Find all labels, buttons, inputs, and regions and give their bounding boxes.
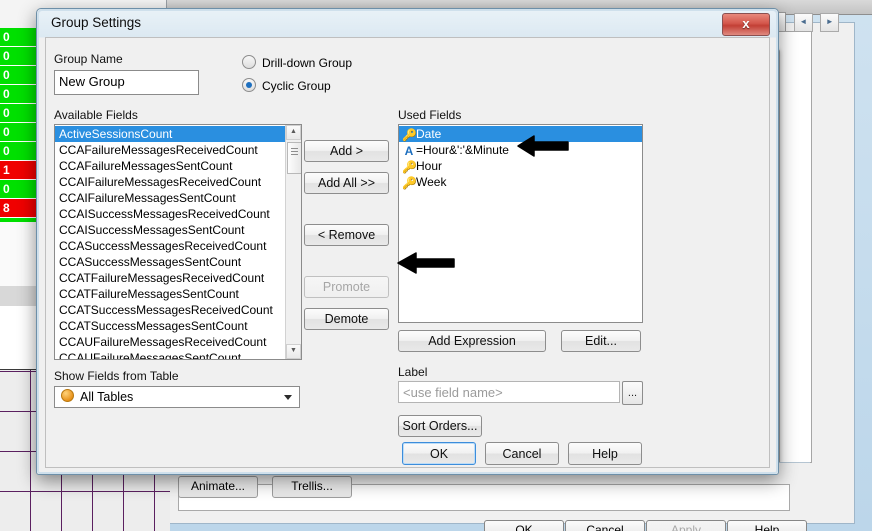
edit-button[interactable]: Edit... — [561, 330, 641, 352]
group-name-input[interactable]: New Group — [54, 70, 199, 95]
bottom-cancel-button[interactable]: Cancel — [565, 520, 645, 531]
annotation-arrow-promote — [396, 250, 456, 276]
list-item[interactable]: CCAIFailureMessagesReceivedCount — [55, 174, 301, 190]
list-item[interactable]: CCAUFailureMessagesSentCount — [55, 350, 301, 359]
add-expression-button[interactable]: Add Expression — [398, 330, 546, 352]
sort-orders-button[interactable]: Sort Orders... — [398, 415, 482, 437]
label-section-label: Label — [398, 365, 428, 379]
cyclic-group-label: Cyclic Group — [262, 79, 331, 93]
tab-scroll-left-icon[interactable]: ◄ — [793, 13, 813, 32]
drilldown-group-radio[interactable]: Drill-down Group — [242, 55, 352, 70]
bottom-ok-button[interactable]: OK — [484, 520, 564, 531]
radio-icon — [242, 55, 256, 69]
scroll-down-icon[interactable]: ▼ — [286, 344, 301, 359]
drilldown-group-label: Drill-down Group — [262, 56, 353, 70]
list-item[interactable]: CCAFailureMessagesSentCount — [55, 158, 301, 174]
list-item[interactable]: 🔑Hour — [399, 158, 642, 174]
list-item[interactable]: 🔑Week — [399, 174, 642, 190]
available-fields-list[interactable]: ActiveSessionsCount CCAFailureMessagesRe… — [54, 124, 302, 360]
list-item[interactable]: CCAISuccessMessagesSentCount — [55, 222, 301, 238]
label-input[interactable]: <use field name> — [398, 381, 620, 403]
group-name-label: Group Name — [54, 52, 123, 66]
bottom-help-button[interactable]: Help — [727, 520, 807, 531]
list-item-label: =Hour&':'&Minute — [416, 143, 509, 157]
remove-button[interactable]: < Remove — [304, 224, 389, 246]
add-all-button[interactable]: Add All >> — [304, 172, 389, 194]
list-item-label: Hour — [416, 159, 443, 173]
list-item-label: Week — [416, 175, 447, 189]
cancel-button[interactable]: Cancel — [485, 442, 559, 465]
key-icon: 🔑 — [402, 160, 417, 174]
radio-icon — [242, 78, 256, 92]
screen: 0 0 0 0 0 0 0 1 0 8 0 olors Number Font … — [0, 0, 872, 531]
dialog-title: Group Settings — [51, 15, 142, 30]
scroll-up-icon[interactable]: ▲ — [286, 125, 301, 140]
demote-button[interactable]: Demote — [304, 308, 389, 330]
add-button[interactable]: Add > — [304, 140, 389, 162]
promote-button: Promote — [304, 276, 389, 298]
bottom-apply-button: Apply — [646, 520, 726, 531]
label-browse-button[interactable]: ... — [622, 381, 643, 405]
annotation-arrow-used-fields — [516, 133, 570, 159]
list-item[interactable]: CCAFailureMessagesReceivedCount — [55, 142, 301, 158]
scrollbar-thumb[interactable] — [287, 142, 301, 174]
tab-scroll-right-icon[interactable]: ► — [820, 13, 840, 32]
list-item[interactable]: CCAIFailureMessagesSentCount — [55, 190, 301, 206]
used-fields-label: Used Fields — [398, 108, 462, 122]
list-item-label: Date — [416, 127, 442, 141]
background-wide-field — [178, 484, 790, 511]
chevron-down-icon — [284, 395, 292, 400]
show-fields-value: All Tables — [80, 390, 134, 404]
list-item[interactable]: CCATFailureMessagesReceivedCount — [55, 270, 301, 286]
expression-icon: A — [404, 144, 414, 158]
list-item[interactable]: CCAUFailureMessagesReceivedCount — [55, 334, 301, 350]
show-fields-dropdown[interactable]: All Tables — [54, 386, 300, 408]
available-fields-label: Available Fields — [54, 108, 138, 122]
close-icon[interactable]: x — [722, 13, 770, 36]
available-fields-scrollbar[interactable]: ▲ ▼ — [285, 125, 301, 359]
list-item[interactable]: CCATSuccessMessagesReceivedCount — [55, 302, 301, 318]
table-icon — [61, 389, 74, 402]
list-item[interactable]: CCAISuccessMessagesReceivedCount — [55, 206, 301, 222]
show-fields-label: Show Fields from Table — [54, 369, 179, 383]
list-item[interactable]: CCATFailureMessagesSentCount — [55, 286, 301, 302]
list-item[interactable]: CCASuccessMessagesSentCount — [55, 254, 301, 270]
list-item[interactable]: CCATSuccessMessagesSentCount — [55, 318, 301, 334]
ok-button[interactable]: OK — [402, 442, 476, 465]
list-item[interactable]: CCASuccessMessagesReceivedCount — [55, 238, 301, 254]
group-settings-dialog: Group Settings x Group Name New Group Dr… — [36, 8, 779, 475]
trellis-button[interactable]: Trellis... — [272, 476, 352, 498]
cyclic-group-radio[interactable]: Cyclic Group — [242, 78, 331, 93]
key-icon: 🔑 — [402, 176, 417, 190]
animate-button[interactable]: Animate... — [178, 476, 258, 498]
key-icon: 🔑 — [402, 128, 417, 142]
list-item[interactable]: ActiveSessionsCount — [55, 126, 301, 142]
help-button[interactable]: Help — [568, 442, 642, 465]
